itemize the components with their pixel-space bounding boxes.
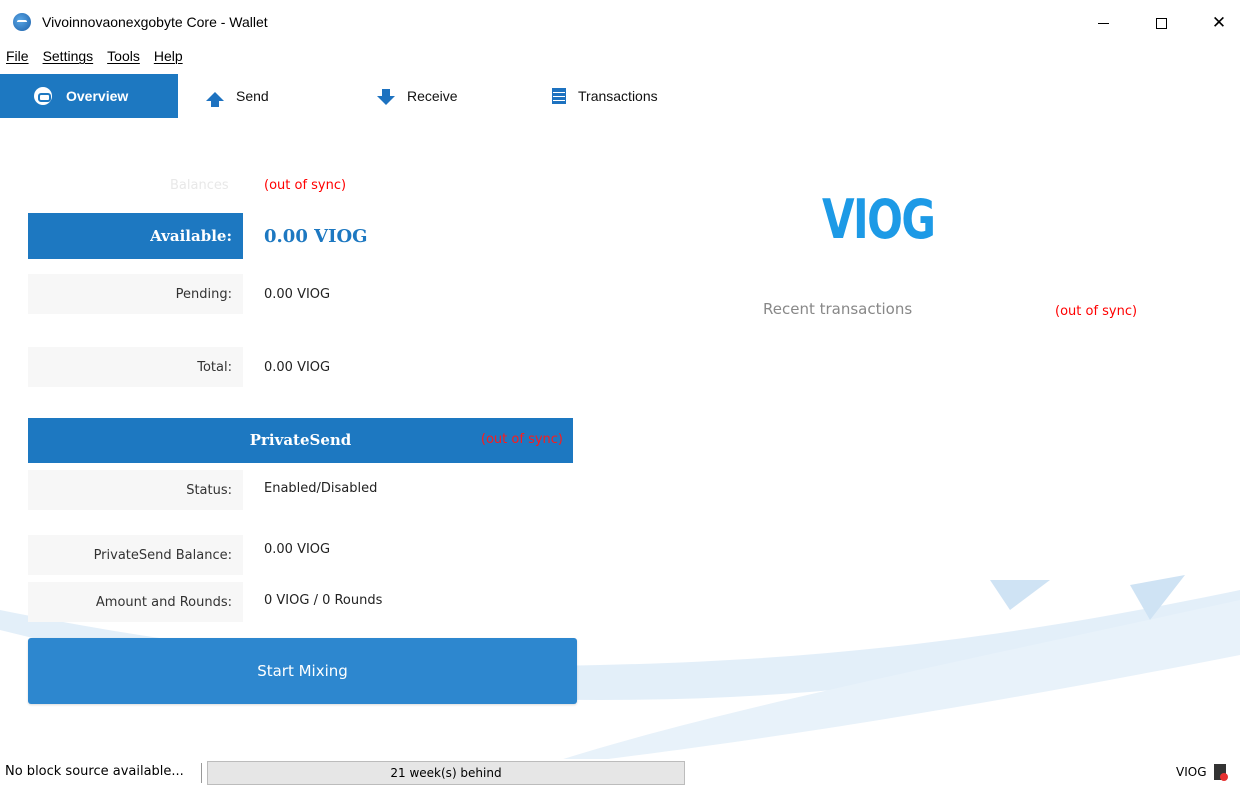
total-label: Total: [28, 347, 243, 387]
status-bar: No block source available... 21 week(s) … [0, 759, 1240, 786]
menu-settings[interactable]: Settings [37, 46, 102, 68]
menu-file[interactable]: File [0, 46, 37, 68]
balances-sync-status: (out of sync) [264, 178, 347, 193]
unit-selector[interactable]: VIOG [1176, 765, 1207, 779]
start-mixing-button[interactable]: Start Mixing [28, 638, 577, 704]
privatesend-balance-value: 0.00 VIOG [264, 542, 331, 557]
receive-arrow-icon [377, 88, 395, 105]
tab-send[interactable]: Send [206, 74, 269, 118]
tab-transactions-label: Transactions [578, 88, 658, 104]
close-button[interactable]: ✕ [1196, 8, 1240, 38]
status-message: No block source available... [5, 764, 184, 779]
sync-progress-bar: 21 week(s) behind [207, 761, 685, 785]
tab-bar: Overview Send Receive Transactions [0, 74, 1240, 118]
maximize-icon [1155, 17, 1167, 29]
menu-bar: File Settings Tools Help [0, 46, 191, 68]
minimize-icon [1097, 22, 1109, 24]
window-title: Vivoinnovaonexgobyte Core - Wallet [42, 14, 268, 30]
amount-rounds-label: Amount and Rounds: [28, 582, 243, 622]
overview-icon [34, 87, 52, 105]
app-icon [13, 13, 31, 31]
network-disconnected-icon[interactable] [1214, 764, 1228, 781]
privatesend-balance-label: PrivateSend Balance: [28, 535, 243, 575]
privatesend-header: PrivateSend (out of sync) [28, 418, 573, 463]
tab-send-label: Send [236, 88, 269, 104]
send-arrow-icon [206, 91, 224, 107]
transactions-list-icon [552, 88, 566, 104]
total-value: 0.00 VIOG [264, 360, 331, 375]
title-bar: Vivoinnovaonexgobyte Core - Wallet ✕ [0, 0, 1240, 44]
available-label: Available: [28, 213, 243, 259]
available-value: 0.00 VIOG [264, 226, 368, 247]
tab-transactions[interactable]: Transactions [552, 74, 658, 118]
sync-progress-text: 21 week(s) behind [390, 766, 502, 780]
recent-transactions-label: Recent transactions [763, 300, 913, 318]
tab-receive-label: Receive [407, 88, 458, 104]
pending-label: Pending: [28, 274, 243, 314]
pending-value: 0.00 VIOG [264, 287, 331, 302]
privatesend-status-value: Enabled/Disabled [264, 481, 378, 496]
privatesend-status-label: Status: [28, 470, 243, 510]
viog-logo: VIOG [822, 188, 936, 251]
privatesend-sync-status: (out of sync) [480, 432, 563, 447]
menu-help[interactable]: Help [148, 46, 191, 68]
close-icon: ✕ [1211, 12, 1227, 33]
minimize-button[interactable] [1080, 8, 1126, 38]
tab-receive[interactable]: Receive [377, 74, 458, 118]
balances-header: Balances [170, 178, 229, 193]
recent-transactions-sync-status: (out of sync) [1055, 304, 1138, 319]
tab-overview[interactable]: Overview [0, 74, 178, 118]
status-divider [201, 763, 202, 783]
amount-rounds-value: 0 VIOG / 0 Rounds [264, 593, 383, 608]
menu-tools[interactable]: Tools [101, 46, 148, 68]
maximize-button[interactable] [1138, 8, 1184, 38]
tab-overview-label: Overview [66, 88, 129, 104]
